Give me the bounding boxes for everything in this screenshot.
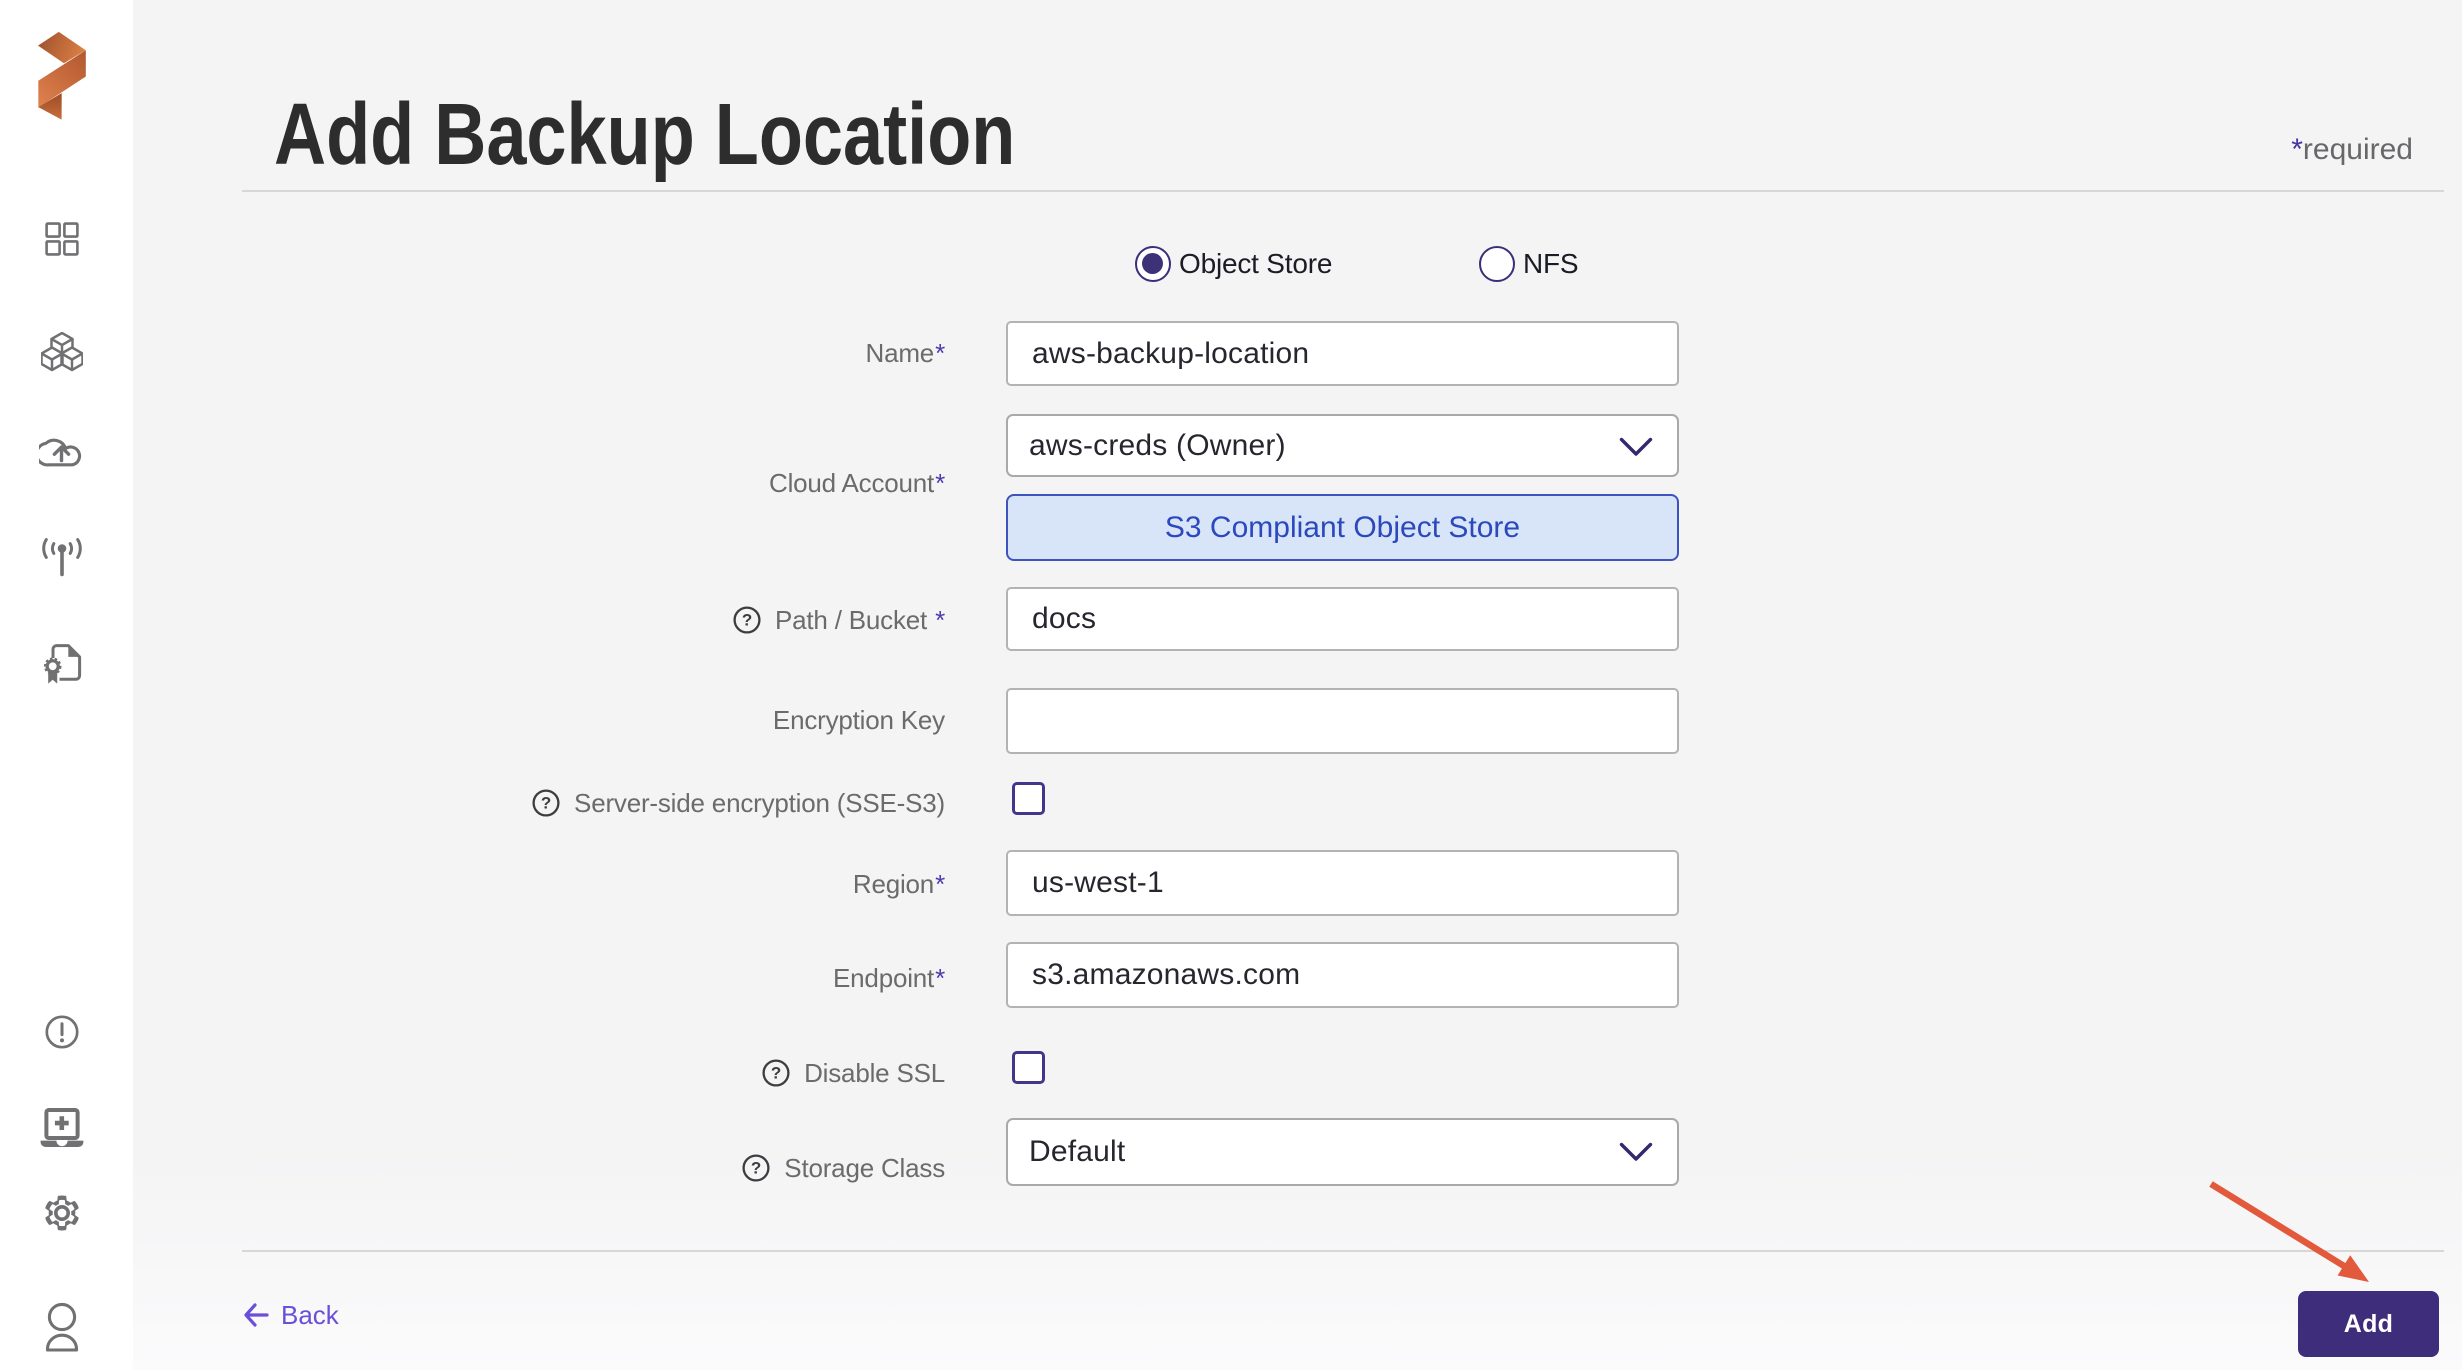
- svg-text:?: ?: [541, 794, 551, 813]
- svg-text:?: ?: [742, 611, 752, 630]
- svg-text:?: ?: [751, 1159, 761, 1178]
- svg-text:?: ?: [771, 1064, 781, 1083]
